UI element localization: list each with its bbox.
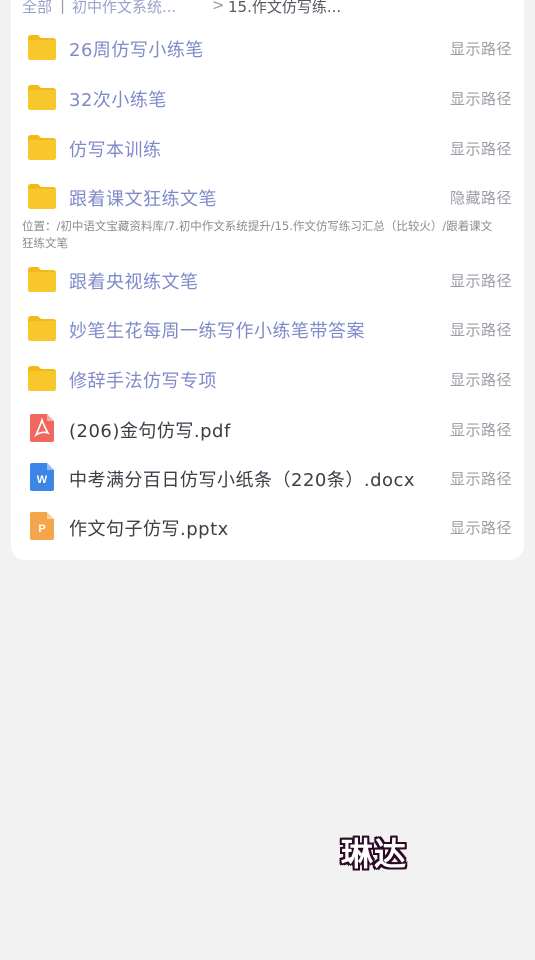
folder-icon: [26, 265, 58, 293]
watermark-text: 琳达: [341, 835, 408, 873]
show-path-button[interactable]: 显示路径: [450, 517, 512, 538]
breadcrumb-divider: |: [60, 0, 66, 14]
file-row[interactable]: (206)金句仿写.pdf 显示路径: [11, 405, 524, 454]
powerpoint-file-icon: P: [26, 512, 58, 540]
item-name: 中考满分百日仿写小纸条（220条）.docx: [69, 470, 416, 491]
item-name: 32次小练笔: [69, 90, 167, 111]
item-name: 仿写本训练: [69, 140, 162, 161]
folder-row[interactable]: 修辞手法仿写专项 显示路径: [11, 355, 524, 404]
folder-row[interactable]: 26周仿写小练笔 显示路径: [11, 24, 524, 73]
breadcrumb-current: 15.作文仿写练...: [228, 0, 342, 16]
folder-icon: [26, 133, 58, 161]
show-path-button[interactable]: 显示路径: [450, 270, 512, 291]
folder-icon: [26, 364, 58, 392]
folder-row[interactable]: 32次小练笔 显示路径: [11, 74, 524, 123]
svg-text:P: P: [38, 523, 45, 535]
folder-row[interactable]: 跟着央视练文笔 显示路径: [11, 256, 524, 305]
show-path-button[interactable]: 显示路径: [450, 369, 512, 390]
item-name: 作文句子仿写.pptx: [69, 519, 229, 540]
show-path-button[interactable]: 显示路径: [450, 138, 512, 159]
show-path-button[interactable]: 显示路径: [450, 88, 512, 109]
item-name: 跟着央视练文笔: [69, 272, 199, 293]
show-path-button[interactable]: 显示路径: [450, 468, 512, 489]
hide-path-button[interactable]: 隐藏路径: [450, 187, 512, 208]
folder-icon: [26, 182, 58, 210]
folder-icon: [26, 83, 58, 111]
pdf-file-icon: [26, 414, 58, 442]
item-name: 妙笔生花每周一练写作小练笔带答案: [69, 321, 365, 342]
folder-row[interactable]: 妙笔生花每周一练写作小练笔带答案 显示路径: [11, 305, 524, 354]
show-path-button[interactable]: 显示路径: [450, 38, 512, 59]
word-file-icon: W: [26, 463, 58, 491]
item-name: 修辞手法仿写专项: [69, 371, 217, 392]
item-name: 跟着课文狂练文笔: [69, 189, 217, 210]
item-name: 26周仿写小练笔: [69, 40, 204, 61]
folder-icon: [26, 314, 58, 342]
show-path-button[interactable]: 显示路径: [450, 419, 512, 440]
folder-icon: [26, 33, 58, 61]
file-row[interactable]: W 中考满分百日仿写小纸条（220条）.docx 显示路径: [11, 454, 524, 503]
breadcrumb-level1[interactable]: 初中作文系统...: [72, 0, 176, 17]
breadcrumb-root[interactable]: 全部: [22, 0, 52, 17]
svg-text:W: W: [37, 474, 48, 486]
item-name: (206)金句仿写.pdf: [69, 421, 231, 442]
folder-row[interactable]: 跟着课文狂练文笔 隐藏路径: [11, 173, 524, 222]
file-row[interactable]: P 作文句子仿写.pptx 显示路径: [11, 503, 524, 552]
folder-row[interactable]: 仿写本训练 显示路径: [11, 124, 524, 173]
show-path-button[interactable]: 显示路径: [450, 319, 512, 340]
path-note: 位置：/初中语文宝藏资料库/7.初中作文系统提升/15.作文仿写练习汇总（比较火…: [22, 219, 493, 250]
breadcrumb-arrow: >: [212, 0, 225, 14]
